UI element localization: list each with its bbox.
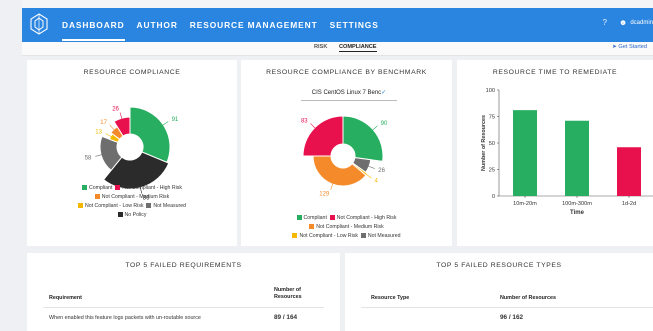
resource-compliance-card: RESOURCE COMPLIANCE 91 86 58 13 17 26 Complia… <box>27 60 237 246</box>
row-requirement: When enabled this feature logs packets w… <box>49 315 201 321</box>
column-number-of-resources[interactable]: Number of Resources <box>274 287 318 301</box>
legend-compliant: Compliant <box>82 184 112 191</box>
card-title: RESOURCE TIME TO REMEDIATE <box>492 69 618 76</box>
benchmark-donut: 90 26 4 129 83 <box>301 115 388 198</box>
bar-10m-20m[interactable] <box>513 110 537 196</box>
tab-risk[interactable]: RISK <box>314 44 327 50</box>
legend-compliant: Compliant <box>296 214 327 221</box>
x-tick-label: 100m-300m <box>562 201 592 207</box>
rc-slice-compliant[interactable] <box>129 106 171 164</box>
card-title: TOP 5 FAILED RESOURCE TYPES <box>436 262 562 269</box>
nav-settings[interactable]: SETTINGS <box>330 20 379 30</box>
rc-label-not_measured: 58 <box>85 155 92 161</box>
y-axis-label: Number of Resources <box>481 115 487 171</box>
time-to-remediate-card: RESOURCE TIME TO REMEDIATE 0 25 50 75 100 10m… <box>457 60 653 246</box>
benchmark-select[interactable]: CIS CentOS Linux 7 Benc✓ <box>301 89 397 101</box>
bm-slice-compliant[interactable] <box>342 115 384 162</box>
column-requirement[interactable]: Requirement <box>49 295 82 302</box>
card-title: TOP 5 FAILED REQUIREMENTS <box>125 262 242 269</box>
bm-label-compliant: 90 <box>381 121 388 127</box>
y-tick-label: 50 <box>489 141 495 147</box>
time-to-remediate-chart: 0 25 50 75 100 10m-20m 100m-300m 1d-2d Time Numbe… <box>481 88 653 216</box>
y-tick-label: 25 <box>489 168 495 174</box>
bm-label-low: 4 <box>375 179 379 185</box>
legend-high-risk: Not Compliant - High Risk <box>115 184 182 191</box>
chevron-down-icon: ✓ <box>381 90 387 96</box>
legend-no-policy: No Policy <box>117 211 146 218</box>
rc-label-compliant: 91 <box>172 117 179 123</box>
bm-label-not_measured: 26 <box>378 168 385 174</box>
failed-requirements-card: TOP 5 FAILED REQUIREMENTS Requirement Nu… <box>27 253 340 331</box>
x-tick-label: 1d-2d <box>622 201 636 207</box>
nav-resource-management[interactable]: RESOURCE MANAGEMENT <box>190 20 318 30</box>
legend-low-risk: Not Compliant - Low Risk <box>292 232 358 239</box>
table-divider <box>43 307 324 308</box>
legend-not-measured: Not Measured <box>360 232 401 239</box>
y-tick-label: 0 <box>492 194 495 200</box>
benchmark-compliance-card: RESOURCE COMPLIANCE BY BENCHMARK CIS Cen… <box>241 60 452 246</box>
help-icon[interactable]: ? <box>602 18 606 27</box>
table-row[interactable]: When enabled this feature logs packets w… <box>27 311 340 327</box>
nav-author[interactable]: AUTHOR <box>137 20 178 30</box>
get-started-link[interactable]: ➤ Get Started <box>612 44 647 50</box>
benchmark-legend: Compliant Not Compliant - High Risk Not … <box>241 214 452 241</box>
card-title: RESOURCE COMPLIANCE <box>83 69 181 76</box>
column-number-of-resources[interactable]: Number of Resources <box>500 295 556 302</box>
bar-1d-2d[interactable] <box>617 147 641 196</box>
username[interactable]: dcadmin <box>630 20 653 26</box>
legend-not-measured: Not Measured <box>146 202 186 209</box>
column-resource-type[interactable]: Resource Type <box>371 295 409 302</box>
nav-dashboard[interactable]: DASHBOARD <box>62 20 125 41</box>
top-navigation-bar: DASHBOARD AUTHOR RESOURCE MANAGEMENT SET… <box>22 0 653 42</box>
bar-100m-300m[interactable] <box>565 120 589 196</box>
user-icon[interactable]: ☻ <box>619 18 627 27</box>
table-row[interactable]: 96 / 162 <box>345 311 653 327</box>
rc-label-high: 26 <box>112 107 119 113</box>
y-tick-label: 75 <box>489 115 495 121</box>
main-nav: DASHBOARD AUTHOR RESOURCE MANAGEMENT SET… <box>62 8 391 42</box>
top-right-area: ? ☻ dcadmin <box>602 18 653 27</box>
legend-high-risk: Not Compliant - High Risk <box>329 214 396 221</box>
get-started-label: Get Started <box>618 44 647 50</box>
x-tick-label: 10m-20m <box>513 201 537 207</box>
failed-resource-types-card: TOP 5 FAILED RESOURCE TYPES Resource Typ… <box>345 253 653 331</box>
x-axis-label: Time <box>570 210 585 216</box>
sub-tab-bar: RISK COMPLIANCE ➤ Get Started <box>22 42 653 56</box>
card-title: RESOURCE COMPLIANCE BY BENCHMARK <box>266 69 427 76</box>
subtabs: RISK COMPLIANCE <box>314 44 387 52</box>
legend-low-risk: Not Compliant - Low Risk <box>77 202 144 209</box>
bm-label-medium: 129 <box>319 192 330 198</box>
send-icon: ➤ <box>612 44 617 50</box>
row-count: 89 / 164 <box>274 314 298 321</box>
resource-compliance-legend: Compliant Not Compliant - High Risk Not … <box>27 184 237 220</box>
legend-medium-risk: Not Compliant - Medium Risk <box>309 223 384 230</box>
row-count: 96 / 162 <box>500 314 524 321</box>
bm-slice-high[interactable] <box>302 115 344 157</box>
app-logo-icon[interactable] <box>28 12 50 36</box>
y-tick-label: 100 <box>486 88 495 94</box>
benchmark-select-value: CIS CentOS Linux 7 Benc <box>311 90 382 96</box>
table-divider <box>361 307 653 308</box>
rc-label-medium: 17 <box>100 120 107 126</box>
rc-label-low: 13 <box>95 130 102 136</box>
legend-medium-risk: Not Compliant - Medium Risk <box>94 193 169 200</box>
bm-label-high: 83 <box>301 119 308 125</box>
tab-compliance[interactable]: COMPLIANCE <box>338 44 377 52</box>
